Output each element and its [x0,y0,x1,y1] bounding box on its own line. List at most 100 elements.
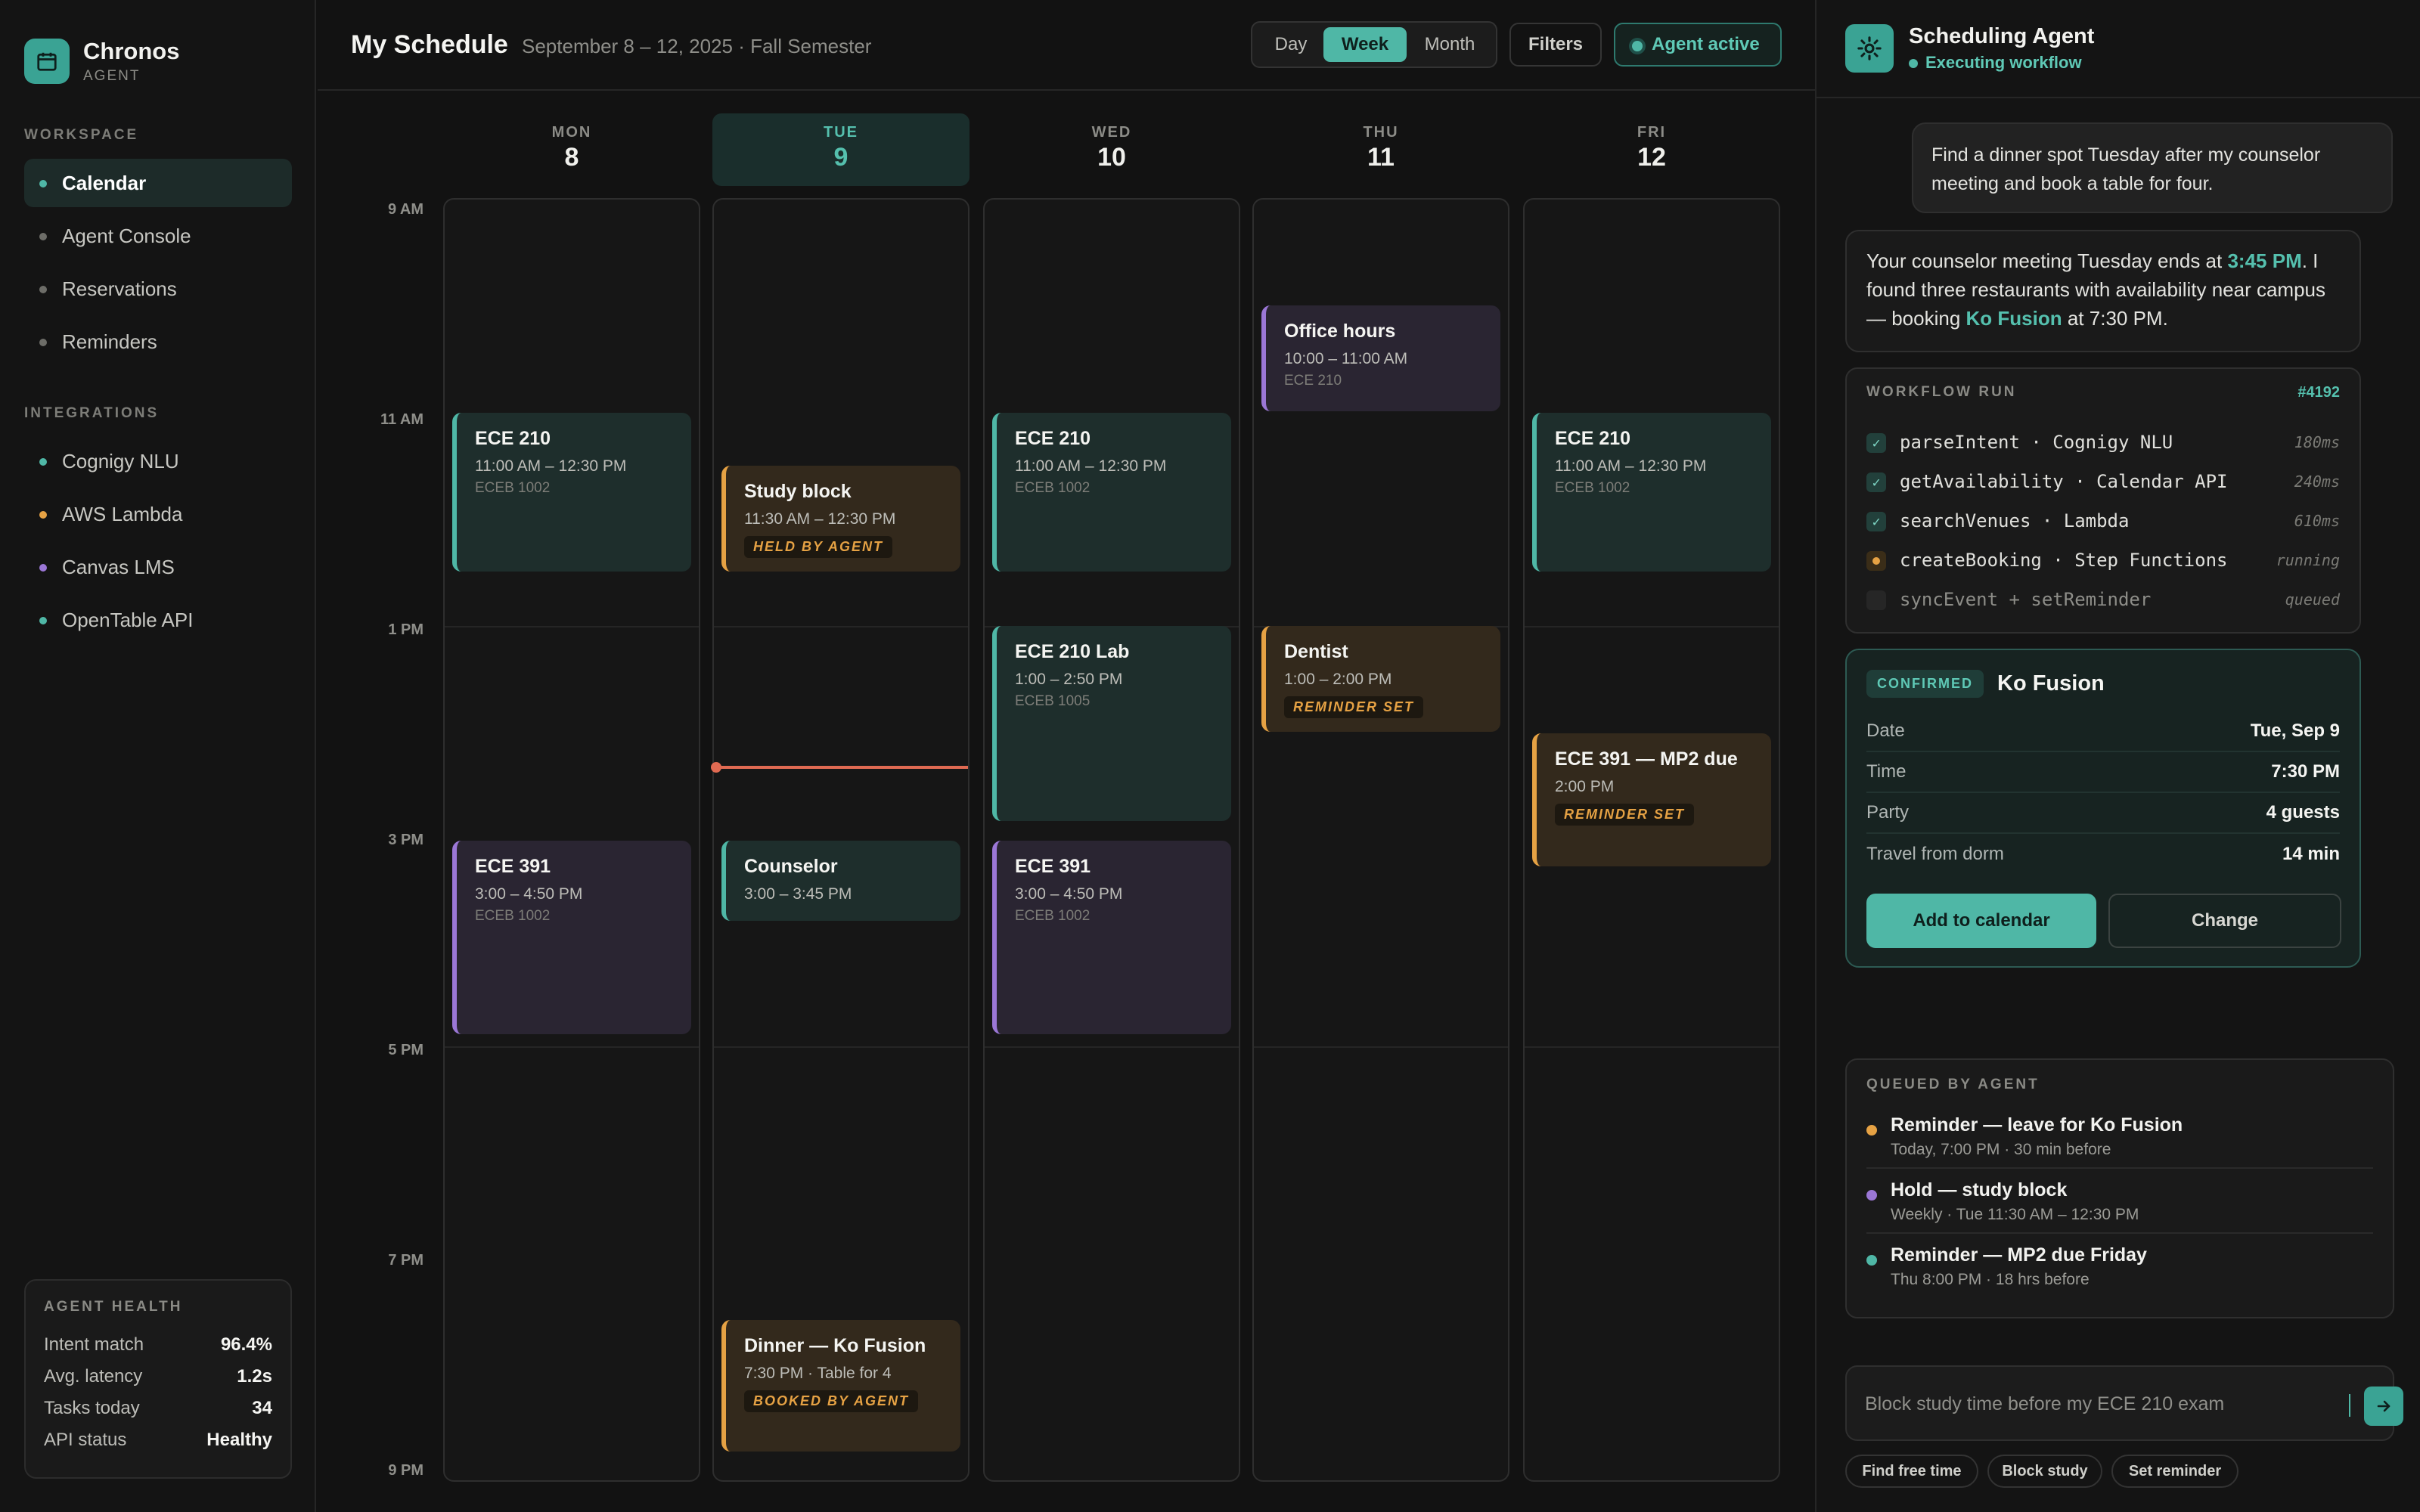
agent-message-input[interactable] [1865,1387,2319,1421]
sidebar-item-calendar[interactable]: Calendar [24,159,292,207]
view-month-button[interactable]: Month [1408,27,1491,62]
day-header-tue[interactable]: TUE 9 [712,113,970,186]
sidebar-item-reservations[interactable]: Reservations [24,265,292,313]
change-booking-button[interactable]: Change [2108,894,2341,948]
event-location: ECEB 1002 [1015,480,1091,496]
reminder-badge: REMINDER SET [1555,804,1695,826]
reply-venue-link[interactable]: Ko Fusion [1966,307,2062,330]
workflow-run-id[interactable]: #4192 [2297,384,2340,401]
sidebar-item-aws-lambda[interactable]: AWS Lambda [24,490,292,538]
workspace-section-label: WORKSPACE [24,127,139,143]
event-card[interactable]: Study block 11:30 AM – 12:30 PM HELD BY … [721,466,960,572]
hour-gridline [1525,626,1779,627]
day-header-wed[interactable]: WED 10 [983,113,1240,186]
detail-value: 4 guests [2266,802,2340,823]
event-card[interactable]: ECE 210 11:00 AM – 12:30 PM ECEB 1002 [452,413,691,572]
sidebar-item-agent-console[interactable]: Agent Console [24,212,292,260]
filters-button[interactable]: Filters [1509,23,1602,67]
event-card[interactable]: Office hours 10:00 – 11:00 AM ECE 210 [1261,305,1500,411]
day-header-thu[interactable]: THU 11 [1252,113,1509,186]
event-location: ECEB 1005 [1015,693,1091,709]
queue-item-title: Reminder — leave for Ko Fusion [1891,1114,2183,1136]
day-header-mon[interactable]: MON 8 [443,113,700,186]
suggestion-chip-set-reminder[interactable]: Set reminder [2111,1455,2238,1488]
nav-dot-icon [39,339,47,346]
check-icon: ✓ [1866,512,1886,531]
check-icon: ✓ [1866,433,1886,453]
day-name: THU [1363,124,1399,141]
check-icon: ✓ [1866,472,1886,492]
queue-item-detail: Thu 8:00 PM · 18 hrs before [1891,1271,2090,1288]
suggestion-chip-block-study[interactable]: Block study [1987,1455,2102,1488]
health-label: Tasks today [44,1398,140,1418]
message-composer [1845,1365,2403,1441]
workflow-step: syncEvent + setReminder queued [1866,580,2340,619]
health-value: Healthy [206,1430,272,1450]
agent-health-title: AGENT HEALTH [44,1299,183,1315]
agent-badge: HELD BY AGENT [744,536,893,558]
time-label: 11 AM [380,411,424,428]
event-card[interactable]: ECE 210 11:00 AM – 12:30 PM ECEB 1002 [1532,413,1771,572]
sidebar-item-opentable-api[interactable]: OpenTable API [24,596,292,644]
suggestion-chip-find-free-time[interactable]: Find free time [1845,1455,1978,1488]
event-location: ECEB 1002 [1555,480,1630,496]
health-row: Intent match 96.4% [44,1329,272,1361]
agent-queue-card: QUEUED BY AGENT Reminder — leave for Ko … [1845,1058,2394,1318]
time-label: 1 PM [388,621,424,638]
hour-gridline [714,1046,968,1048]
add-to-calendar-button[interactable]: Add to calendar [1866,894,2096,948]
agent-health-card: AGENT HEALTH Intent match 96.4% Avg. lat… [24,1279,292,1479]
day-column-tue[interactable] [712,198,970,1482]
sidebar-item-cognigy-nlu[interactable]: Cognigy NLU [24,437,292,485]
sidebar-item-reminders[interactable]: Reminders [24,318,292,366]
event-card[interactable]: Counselor 3:00 – 3:45 PM [721,841,960,921]
queue-item[interactable]: Reminder — MP2 due Friday Thu 8:00 PM · … [1866,1234,2373,1299]
hour-gridline [714,626,968,627]
reply-text: at 7:30 PM. [2062,307,2168,330]
queue-item[interactable]: Reminder — leave for Ko Fusion Today, 7:… [1866,1104,2373,1169]
status-dot-icon [1909,59,1918,68]
workflow-step: ✓ parseIntent · Cognigy NLU 180ms [1866,423,2340,462]
event-card[interactable]: ECE 210 11:00 AM – 12:30 PM ECEB 1002 [992,413,1231,572]
event-card[interactable]: Dentist 1:00 – 2:00 PM REMINDER SET [1261,626,1500,732]
booking-confirmation-card: CONFIRMED Ko Fusion Date Tue, Sep 9 Time… [1845,649,2361,968]
day-column-wed[interactable] [983,198,1240,1482]
event-title: ECE 391 [1015,856,1091,877]
nav-dot-icon [39,233,47,240]
queue-item[interactable]: Hold — study block Weekly · Tue 11:30 AM… [1866,1169,2373,1234]
event-card[interactable]: Dinner — Ko Fusion 7:30 PM · Table for 4… [721,1320,960,1452]
sidebar-item-canvas-lms[interactable]: Canvas LMS [24,543,292,591]
send-button[interactable] [2364,1387,2403,1426]
event-card[interactable]: ECE 391 3:00 – 4:50 PM ECEB 1002 [452,841,691,1034]
running-icon [1866,551,1886,571]
detail-label: Party [1866,802,1910,823]
event-card[interactable]: ECE 210 Lab 1:00 – 2:50 PM ECEB 1005 [992,626,1231,821]
agent-status: Executing workflow [1909,53,2082,73]
agent-active-pill[interactable]: Agent active [1614,23,1782,67]
agent-reply: Your counselor meeting Tuesday ends at 3… [1845,230,2361,352]
event-location: ECE 210 [1284,373,1342,389]
event-title: Study block [744,481,852,502]
day-column-mon[interactable] [443,198,700,1482]
detail-label: Date [1866,720,1905,741]
status-dot-icon [39,458,47,466]
step-duration: queued [2285,590,2340,609]
event-card[interactable]: ECE 391 3:00 – 4:50 PM ECEB 1002 [992,841,1231,1034]
integrations-section-label: INTEGRATIONS [24,405,160,421]
event-card[interactable]: ECE 391 — MP2 due 2:00 PM REMINDER SET [1532,733,1771,866]
view-week-button[interactable]: Week [1323,27,1407,62]
day-name: MON [551,124,592,141]
event-location: ECEB 1002 [475,480,551,496]
health-label: API status [44,1430,127,1450]
event-title: ECE 210 Lab [1015,641,1130,662]
step-duration: 610ms [2294,512,2340,530]
view-day-button[interactable]: Day [1258,27,1323,62]
sidebar-item-label: Cognigy NLU [62,449,179,472]
text-caret [2349,1394,2350,1417]
day-header-fri[interactable]: FRI 12 [1523,113,1780,186]
main-calendar: My Schedule September 8 – 12, 2025 · Fal… [318,0,1815,1512]
status-dot-icon [1866,1255,1877,1266]
workflow-step: ✓ getAvailability · Calendar API 240ms [1866,462,2340,501]
event-time: 11:30 AM – 12:30 PM [744,510,896,528]
detail-label: Travel from dorm [1866,844,2004,864]
